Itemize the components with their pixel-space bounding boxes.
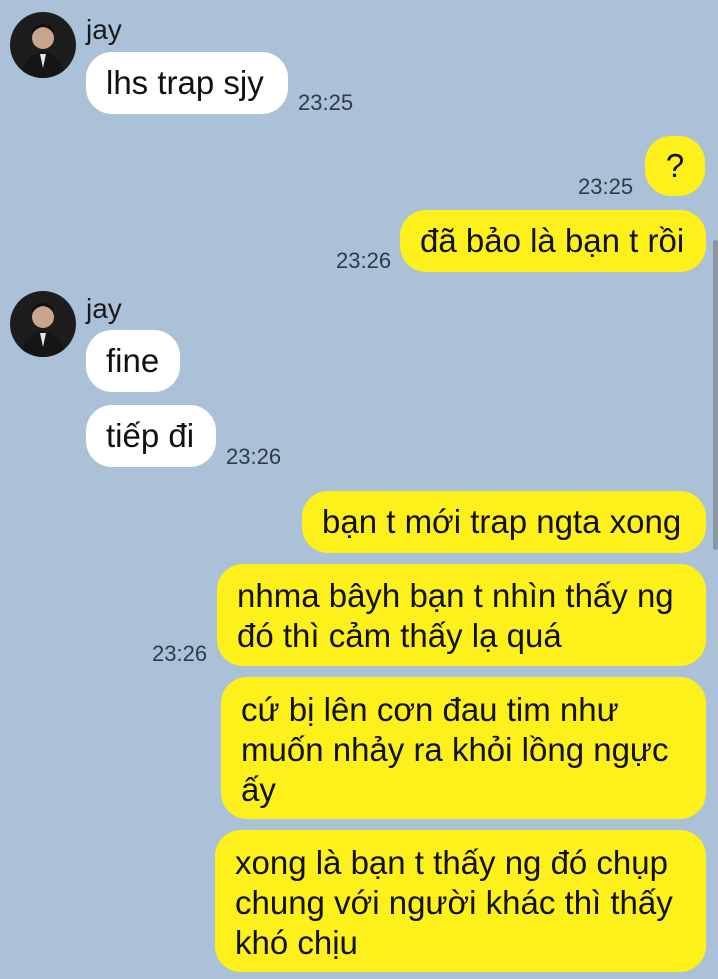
person-icon — [20, 24, 66, 78]
scrollbar[interactable] — [713, 240, 718, 550]
sender-name: jay — [86, 14, 122, 45]
message-text: đã bảo là bạn t rồi — [420, 222, 685, 259]
message-bubble-outgoing[interactable]: ? — [645, 136, 705, 196]
message-bubble-outgoing[interactable]: cứ bị lên cơn đau tim như muốn nhảy ra k… — [221, 677, 706, 819]
message-text: nhma bâyh bạn t nhìn thấy ng đó thì cảm … — [237, 577, 674, 654]
message-text: fine — [106, 342, 160, 379]
message-bubble-outgoing[interactable]: xong là bạn t thấy ng đó chụp chung với … — [215, 830, 706, 972]
message-bubble-incoming[interactable]: tiếp đi — [86, 405, 216, 467]
contact-avatar[interactable] — [10, 12, 76, 78]
sender-name: jay — [86, 293, 122, 324]
message-text: xong là bạn t thấy ng đó chụp chung với … — [235, 844, 673, 961]
message-bubble-incoming[interactable]: fine — [86, 330, 180, 392]
message-text: bạn t mới trap ngta xong — [322, 503, 682, 540]
message-time: 23:26 — [226, 444, 282, 469]
message-text: ? — [665, 147, 685, 184]
message-bubble-outgoing[interactable]: đã bảo là bạn t rồi — [400, 210, 706, 272]
message-time: 23:26 — [152, 641, 208, 666]
message-time: 23:25 — [578, 174, 634, 199]
message-bubble-incoming[interactable]: lhs trap sjy — [86, 52, 288, 114]
person-icon — [20, 303, 66, 357]
contact-avatar[interactable] — [10, 291, 76, 357]
message-bubble-outgoing[interactable]: bạn t mới trap ngta xong — [302, 491, 706, 553]
message-time: 23:25 — [298, 90, 354, 115]
message-text: tiếp đi — [106, 417, 195, 454]
message-time: 23:26 — [336, 248, 392, 273]
message-text: lhs trap sjy — [106, 64, 264, 101]
message-text: cứ bị lên cơn đau tim như muốn nhảy ra k… — [241, 691, 669, 808]
message-bubble-outgoing[interactable]: nhma bâyh bạn t nhìn thấy ng đó thì cảm … — [217, 564, 706, 666]
